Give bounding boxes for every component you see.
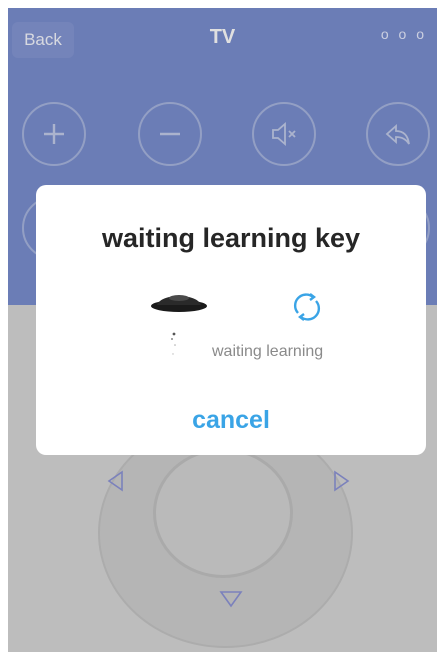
learning-dialog: waiting learning key waiting learning ca… bbox=[36, 185, 426, 455]
cancel-button[interactable]: cancel bbox=[36, 406, 426, 435]
refresh-spinner-icon bbox=[293, 293, 321, 321]
signal-icon bbox=[171, 332, 176, 355]
status-text: waiting learning bbox=[212, 343, 324, 360]
remote-screen: Back TV o o o waiting learning key waiti… bbox=[8, 8, 437, 652]
dialog-title: waiting learning key bbox=[101, 223, 361, 253]
device-icon bbox=[151, 295, 207, 312]
